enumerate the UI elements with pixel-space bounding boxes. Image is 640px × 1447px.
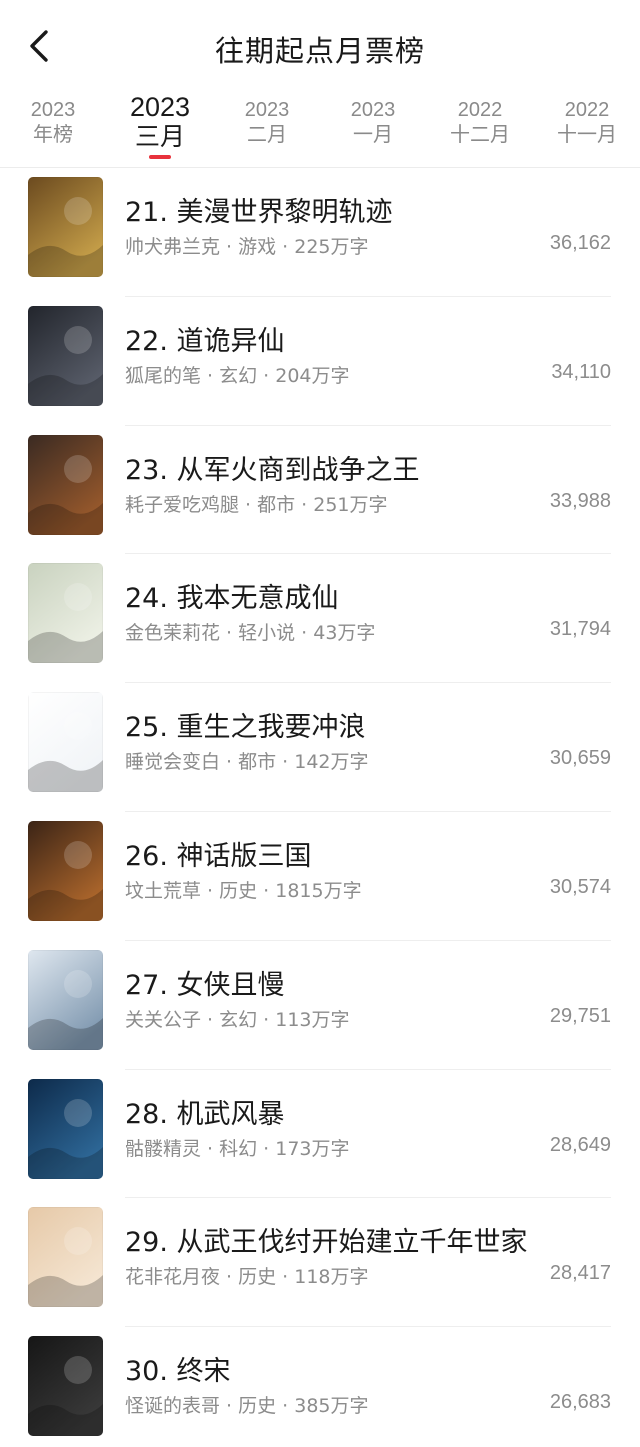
cover-art-mecha[interactable]	[28, 1078, 103, 1179]
book-list-item[interactable]: 21. 美漫世界黎明轨迹帅犬弗兰克 · 游戏 · 225万字 36,162	[0, 168, 640, 297]
monthly-ticket-count: 30,574	[549, 875, 611, 898]
book-meta: 狐尾的笔 · 玄幻 · 204万字	[125, 364, 350, 387]
cover-art-soldier[interactable]	[28, 434, 103, 535]
book-meta: 坟土荒草 · 历史 · 1815万字	[125, 879, 362, 902]
monthly-ticket-count: 36,162	[549, 232, 611, 254]
book-list-item[interactable]: 29. 从武王伐纣开始建立千年世家花非花月夜 · 历史 · 118万字 28,41…	[0, 1198, 640, 1328]
monthly-ticket-count: 33,988	[549, 489, 611, 512]
book-list-item[interactable]: 27. 女侠且慢关关公子 · 玄幻 · 113万字 29,751	[0, 941, 640, 1070]
tab-year-label: 2023	[244, 99, 290, 121]
active-tab-indicator	[149, 155, 171, 159]
book-list-item[interactable]: 23. 从军火商到战争之王耗子爱吃鸡腿 · 都市 · 251万字 33,988	[0, 426, 640, 555]
cover-art-ink[interactable]	[28, 949, 103, 1050]
tab-year-label: 2023	[30, 99, 76, 121]
tab-2023-3[interactable]: 2023 一月	[318, 98, 428, 146]
tab-2022-5[interactable]: 2022 十一月	[532, 98, 640, 146]
month-tab-bar: 2023 年榜 2023 三月 2023 二月 2023 一月 2022 十二月 2022 十一月	[0, 92, 640, 168]
book-title[interactable]: 22. 道诡异仙	[125, 319, 285, 358]
book-list-item[interactable]: 26. 神话版三国坟土荒草 · 历史 · 1815万字 30,574	[0, 812, 640, 941]
cover-art-landscape[interactable]	[28, 563, 103, 664]
tab-month-label: 年榜	[33, 122, 73, 146]
book-ranking-list: 21. 美漫世界黎明轨迹帅犬弗兰克 · 游戏 · 225万字 36,162 22. …	[0, 168, 640, 1447]
monthly-ticket-count: 34,110	[551, 360, 611, 383]
tab-2023-0[interactable]: 2023 年榜	[0, 98, 108, 146]
book-list-item[interactable]: 22. 道诡异仙狐尾的笔 · 玄幻 · 204万字 34,110	[0, 297, 640, 426]
book-meta: 耗子爱吃鸡腿 · 都市 · 251万字	[125, 493, 388, 516]
book-meta: 关关公子 · 玄幻 · 113万字	[125, 1008, 350, 1031]
book-meta: 帅犬弗兰克 · 游戏 · 225万字	[125, 236, 369, 258]
book-meta: 骷髅精灵 · 科幻 · 173万字	[125, 1137, 350, 1160]
top-bar: 往期起点月票榜	[0, 0, 640, 92]
cover-art-pavilion[interactable]	[28, 1207, 103, 1308]
book-meta: 怪诞的表哥 · 历史 · 385万字	[125, 1395, 369, 1418]
book-list-item[interactable]: 25. 重生之我要冲浪睡觉会变白 · 都市 · 142万字 30,659	[0, 683, 640, 812]
cover-art-dark[interactable]	[28, 305, 103, 406]
cover-art-warrior[interactable]	[28, 820, 103, 921]
tab-2023-2[interactable]: 2023 二月	[212, 98, 322, 146]
book-title[interactable]: 25. 重生之我要冲浪	[125, 705, 366, 744]
book-title[interactable]: 30. 终宋	[125, 1349, 231, 1388]
book-meta: 花非花月夜 · 历史 · 118万字	[125, 1266, 369, 1289]
monthly-ticket-count: 26,683	[549, 1391, 611, 1414]
page-title: 往期起点月票榜	[214, 34, 425, 68]
book-title[interactable]: 28. 机武风暴	[125, 1092, 285, 1131]
cover-art-cartoon[interactable]	[28, 692, 103, 793]
tab-month-label: 三月	[134, 122, 185, 151]
book-title[interactable]: 29. 从武王伐纣开始建立千年世家	[125, 1220, 528, 1259]
book-title[interactable]: 27. 女侠且慢	[125, 963, 285, 1002]
monthly-ticket-count: 28,649	[549, 1133, 611, 1156]
book-list-item[interactable]: 24. 我本无意成仙金色茉莉花 · 轻小说 · 43万字 31,794	[0, 554, 640, 684]
tab-month-label: 一月	[353, 122, 393, 146]
monthly-ticket-count: 31,794	[549, 618, 611, 641]
tab-year-label: 2022	[457, 99, 503, 121]
book-list-item[interactable]: 30. 终宋怪诞的表哥 · 历史 · 385万字 26,683	[0, 1327, 640, 1447]
book-title[interactable]: 24. 我本无意成仙	[125, 576, 339, 615]
tab-month-label: 十二月	[450, 122, 510, 146]
tab-year-label: 2023	[129, 92, 191, 122]
book-title[interactable]: 26. 神话版三国	[125, 834, 312, 873]
book-title[interactable]: 21. 美漫世界黎明轨迹	[125, 190, 393, 229]
cover-art-fantasy[interactable]	[28, 177, 103, 277]
tab-year-label: 2023	[350, 99, 396, 121]
book-list-item[interactable]: 28. 机武风暴骷髅精灵 · 科幻 · 173万字 28,649	[0, 1070, 640, 1199]
monthly-ticket-count: 30,659	[549, 747, 611, 770]
book-title[interactable]: 23. 从军火商到战争之王	[125, 448, 420, 487]
tab-2022-4[interactable]: 2022 十二月	[425, 98, 535, 146]
tab-month-label: 十一月	[557, 122, 617, 146]
cover-art-calligraphy[interactable]	[28, 1336, 103, 1437]
tab-year-label: 2022	[564, 99, 610, 121]
monthly-ticket-count: 28,417	[549, 1262, 611, 1285]
book-meta: 睡觉会变白 · 都市 · 142万字	[125, 751, 369, 774]
book-meta: 金色茉莉花 · 轻小说 · 43万字	[125, 622, 376, 645]
tab-2023-1[interactable]: 2023 三月	[105, 92, 215, 159]
tab-month-label: 二月	[247, 122, 287, 146]
monthly-ticket-count: 29,751	[549, 1004, 611, 1027]
